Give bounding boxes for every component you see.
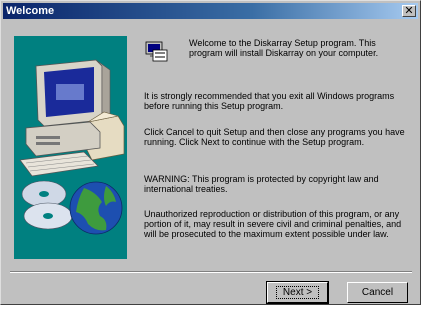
welcome-artwork	[14, 36, 127, 259]
window-title: Welcome	[6, 5, 55, 17]
intro-text: Welcome to the Diskarray Setup program. …	[189, 38, 379, 58]
title-bar[interactable]: Welcome ✕	[3, 3, 418, 19]
button-separator	[10, 271, 412, 273]
warning-text: WARNING: This program is protected by co…	[144, 174, 379, 194]
close-icon: ✕	[404, 4, 414, 17]
computer-illustration	[14, 36, 127, 259]
next-button-label: Next >	[275, 286, 320, 299]
next-button[interactable]: Next >	[266, 281, 329, 304]
setup-icon	[145, 41, 168, 62]
close-button[interactable]: ✕	[402, 5, 416, 17]
unauthorized-text: Unauthorized reproduction or distributio…	[144, 209, 402, 239]
globe-icon	[69, 181, 123, 235]
setup-dialog: Welcome ✕ Welcome to the Diskarray Setup…	[0, 0, 421, 305]
cancel-button[interactable]: Cancel	[347, 282, 408, 303]
instructions-text: Click Cancel to quit Setup and then clos…	[144, 127, 405, 147]
recommend-text: It is strongly recommended that you exit…	[144, 91, 395, 111]
